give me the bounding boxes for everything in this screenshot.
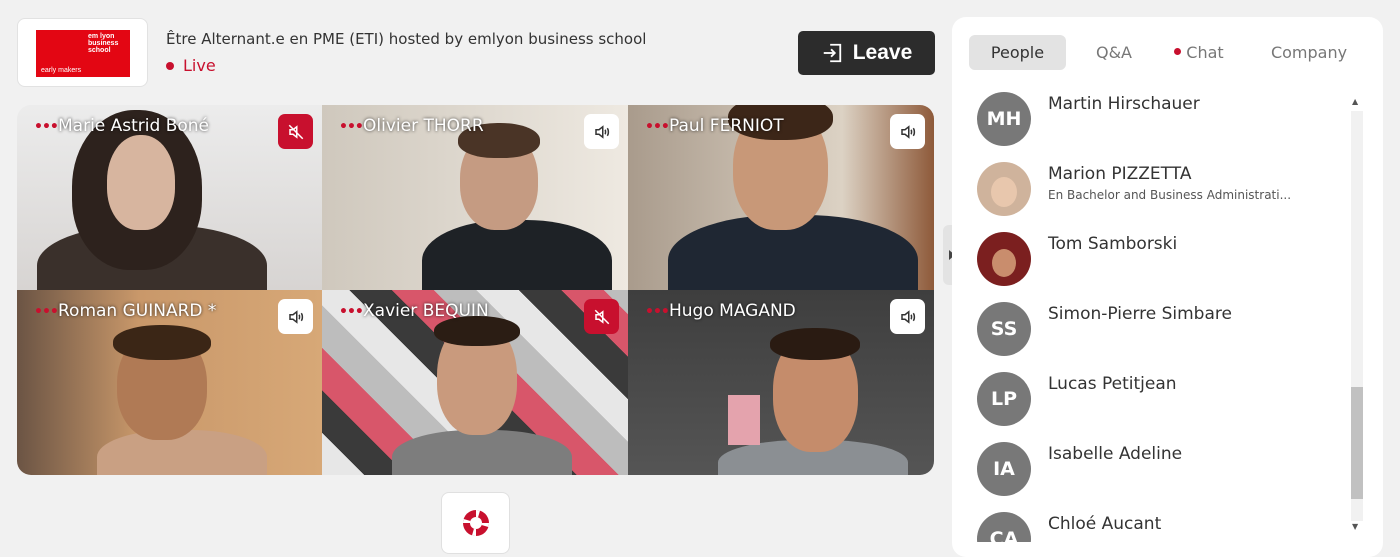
list-item[interactable]: MH Martin Hirschauer: [977, 92, 1347, 146]
participant-name: Roman GUINARD *: [58, 301, 217, 321]
leave-icon: [823, 43, 841, 63]
tile-menu-icon[interactable]: •••: [645, 119, 670, 135]
tile-menu-icon[interactable]: •••: [339, 119, 364, 135]
list-item[interactable]: IA Isabelle Adeline: [977, 442, 1347, 496]
hosted-by-label: hosted by: [388, 30, 464, 48]
event-logo-box: early makers em lyon business school: [17, 18, 148, 87]
scroll-thumb[interactable]: [1351, 387, 1363, 499]
person-name: Lucas Petitjean: [1048, 374, 1177, 394]
people-list: MH Martin Hirschauer Marion PIZZETTA En …: [952, 87, 1347, 542]
list-item[interactable]: Marion PIZZETTA En Bachelor and Business…: [977, 162, 1347, 216]
avatar: MH: [977, 92, 1031, 146]
event-title: Être Alternant.e en PME (ETI): [166, 30, 384, 48]
tile-menu-icon[interactable]: •••: [34, 119, 59, 135]
audio-on-icon[interactable]: [890, 299, 925, 334]
panel-tabs: People Q&A Chat Company: [969, 35, 1369, 70]
list-item[interactable]: LP Lucas Petitjean: [977, 372, 1347, 426]
people-scrollbar[interactable]: ▲ ▼: [1349, 97, 1363, 537]
video-tile[interactable]: ••• Roman GUINARD *: [17, 290, 322, 475]
tab-label: Chat: [1186, 43, 1224, 62]
logo-left-text: early makers: [41, 67, 82, 74]
scroll-up-icon[interactable]: ▲: [1352, 97, 1358, 106]
participant-name: Marie Astrid Boné: [58, 116, 210, 136]
person-name: Simon-Pierre Simbare: [1048, 304, 1232, 324]
video-tile[interactable]: ••• Hugo MAGAND: [628, 290, 934, 475]
video-tile[interactable]: ••• Paul FERNIOT: [628, 105, 934, 290]
list-item[interactable]: Tom Samborski: [977, 232, 1347, 286]
audio-on-icon[interactable]: [890, 114, 925, 149]
tab-label: Company: [1270, 43, 1348, 62]
tile-menu-icon[interactable]: •••: [339, 304, 364, 320]
person-name: Tom Samborski: [1048, 234, 1178, 254]
participant-name: Paul FERNIOT: [669, 116, 784, 136]
tab-people[interactable]: People: [969, 35, 1066, 70]
tab-label: People: [990, 43, 1045, 62]
live-status: Live: [166, 56, 216, 75]
live-label: Live: [183, 56, 216, 75]
video-tile[interactable]: ••• Olivier THORR: [322, 105, 628, 290]
list-item[interactable]: CA Chloé Aucant: [977, 512, 1347, 542]
leave-label: Leave: [852, 41, 913, 64]
scroll-down-icon[interactable]: ▼: [1352, 522, 1358, 531]
video-tile[interactable]: ••• Xavier BEQUIN: [322, 290, 628, 475]
tab-company[interactable]: Company: [1259, 35, 1359, 70]
avatar: IA: [977, 442, 1031, 496]
video-grid: ••• Marie Astrid Boné ••• Olivier THORR …: [17, 105, 934, 475]
participant-name: Xavier BEQUIN: [363, 301, 489, 321]
event-host: emlyon business school: [467, 30, 647, 48]
tab-qa[interactable]: Q&A: [1079, 35, 1149, 70]
avatar: CA: [977, 512, 1031, 542]
list-item[interactable]: SS Simon-Pierre Simbare: [977, 302, 1347, 356]
avatar: [977, 162, 1031, 216]
leave-button[interactable]: Leave: [798, 31, 935, 75]
video-tile[interactable]: ••• Marie Astrid Boné: [17, 105, 322, 290]
avatar: SS: [977, 302, 1031, 356]
person-name: Chloé Aucant: [1048, 514, 1162, 534]
notification-dot-icon: [1174, 48, 1182, 55]
logo-right-text: em lyon business school: [88, 33, 119, 54]
tab-chat[interactable]: Chat: [1164, 35, 1234, 70]
live-dot-icon: [166, 61, 174, 70]
avatar: [977, 232, 1031, 286]
person-name: Isabelle Adeline: [1048, 444, 1183, 464]
person-subtitle: En Bachelor and Business Administrati...: [1048, 188, 1292, 202]
participant-name: Olivier THORR: [363, 116, 484, 136]
person-name: Marion PIZZETTA: [1048, 164, 1192, 184]
lifebuoy-icon: [462, 509, 489, 537]
tile-menu-icon[interactable]: •••: [645, 304, 670, 320]
event-title-line: Être Alternant.e en PME (ETI) hosted by …: [166, 30, 646, 48]
audio-muted-icon[interactable]: [278, 114, 313, 149]
avatar: LP: [977, 372, 1031, 426]
help-button[interactable]: [441, 492, 510, 554]
audio-on-icon[interactable]: [278, 299, 313, 334]
emlyon-logo: early makers em lyon business school: [36, 30, 130, 77]
side-panel: People Q&A Chat Company MH Martin Hirsch…: [952, 17, 1383, 557]
tile-menu-icon[interactable]: •••: [34, 304, 59, 320]
audio-muted-icon[interactable]: [584, 299, 619, 334]
person-name: Martin Hirschauer: [1048, 94, 1200, 114]
audio-on-icon[interactable]: [584, 114, 619, 149]
tab-label: Q&A: [1095, 43, 1132, 62]
participant-name: Hugo MAGAND: [669, 301, 796, 321]
